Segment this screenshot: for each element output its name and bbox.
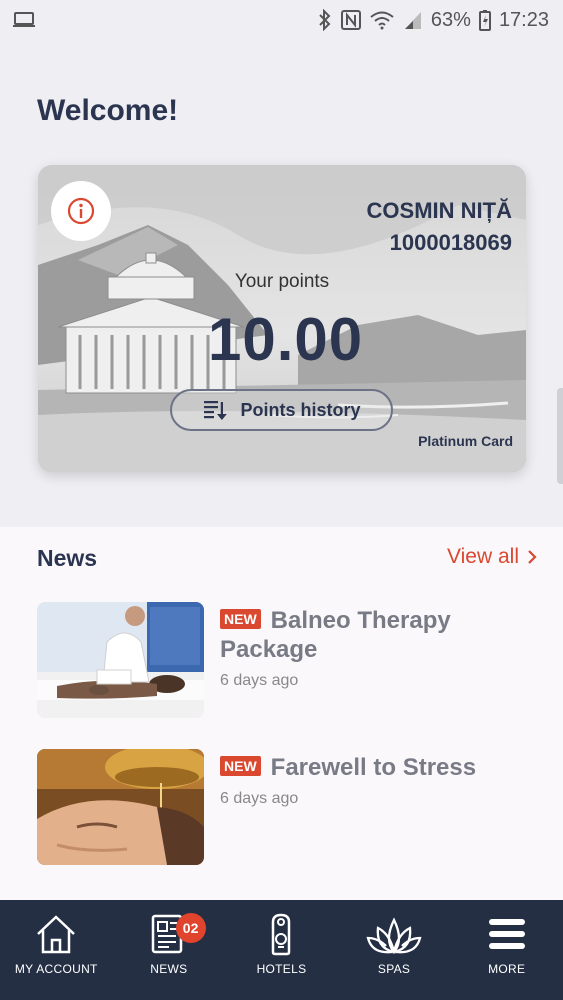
- card-tier: Platinum Card: [418, 433, 513, 449]
- scroll-indicator: [557, 388, 563, 484]
- points-history-button[interactable]: Points history: [170, 389, 393, 431]
- chevron-right-icon: [528, 550, 537, 564]
- card-holder: COSMIN NIȚĂ 1000018069: [367, 195, 512, 259]
- view-all-label: View all: [447, 545, 519, 568]
- wifi-icon: [369, 10, 395, 30]
- info-icon: [67, 197, 95, 225]
- nfc-icon: [340, 10, 361, 30]
- points-value: 10.00: [208, 306, 364, 373]
- lotus-icon: [366, 917, 422, 954]
- points-history-label: Points history: [240, 399, 361, 420]
- news-text: NEW Farewell to Stress 6 days ago: [220, 753, 520, 808]
- nav-label: SPAS: [377, 962, 411, 976]
- status-bar: 63% 17:23: [0, 0, 563, 40]
- clock: 17:23: [498, 8, 549, 31]
- nav-label: HOTELS: [256, 962, 307, 976]
- nav-my-account[interactable]: MY ACCOUNT: [0, 900, 113, 1000]
- door-hanger-icon: [272, 913, 291, 956]
- news-item-balneo[interactable]: NEW Balneo Therapy Package 6 days ago: [37, 602, 537, 719]
- news-text: NEW Balneo Therapy Package 6 days ago: [220, 606, 520, 690]
- points-label-text: Your points: [234, 271, 330, 292]
- news-thumbnail-shirodhara: [37, 749, 204, 865]
- signal-icon: [403, 10, 423, 30]
- nav-label: MY ACCOUNT: [14, 962, 98, 976]
- menu-icon: [488, 919, 525, 949]
- news-section: News View all NEW Balneo Therapy Package …: [0, 527, 563, 900]
- news-thumbnail-massage: [37, 602, 204, 718]
- bottom-nav: MY ACCOUNT 02 NEWS HOTELS SPAS MORE: [0, 900, 563, 1000]
- nav-hotels[interactable]: HOTELS: [225, 900, 338, 1000]
- nav-more[interactable]: MORE: [450, 900, 563, 1000]
- news-title: News: [37, 545, 98, 571]
- news-age: 6 days ago: [220, 672, 299, 689]
- news-age: 6 days ago: [220, 790, 299, 807]
- nav-spas[interactable]: SPAS: [338, 900, 451, 1000]
- house-icon: [37, 915, 76, 954]
- bluetooth-icon: [317, 9, 333, 31]
- news-count-badge: 02: [175, 913, 206, 943]
- nav-label: NEWS: [150, 962, 188, 976]
- news-headline: NEW Balneo Therapy Package: [220, 606, 520, 664]
- nav-news[interactable]: 02 NEWS: [113, 900, 226, 1000]
- battery-percent: 63%: [430, 8, 471, 31]
- loyalty-card: COSMIN NIȚĂ 1000018069 Your points 10.00…: [38, 165, 526, 472]
- new-badge: NEW: [220, 609, 261, 629]
- points-label: Your points: [38, 271, 526, 293]
- holder-name: COSMIN NIȚĂ: [366, 198, 512, 223]
- new-badge: NEW: [220, 756, 261, 776]
- laptop-icon: [12, 11, 36, 29]
- info-button[interactable]: [51, 181, 111, 241]
- nav-label: MORE: [488, 962, 526, 976]
- news-item-stress[interactable]: NEW Farewell to Stress 6 days ago: [37, 749, 537, 866]
- welcome-heading: Welcome!: [37, 94, 179, 127]
- headline-text: Farewell to Stress: [270, 754, 477, 781]
- view-all-link[interactable]: View all: [447, 545, 537, 569]
- news-headline: NEW Farewell to Stress: [220, 753, 520, 782]
- battery-icon: [478, 9, 491, 31]
- history-list-icon: [204, 401, 228, 420]
- card-number: 1000018069: [389, 230, 512, 255]
